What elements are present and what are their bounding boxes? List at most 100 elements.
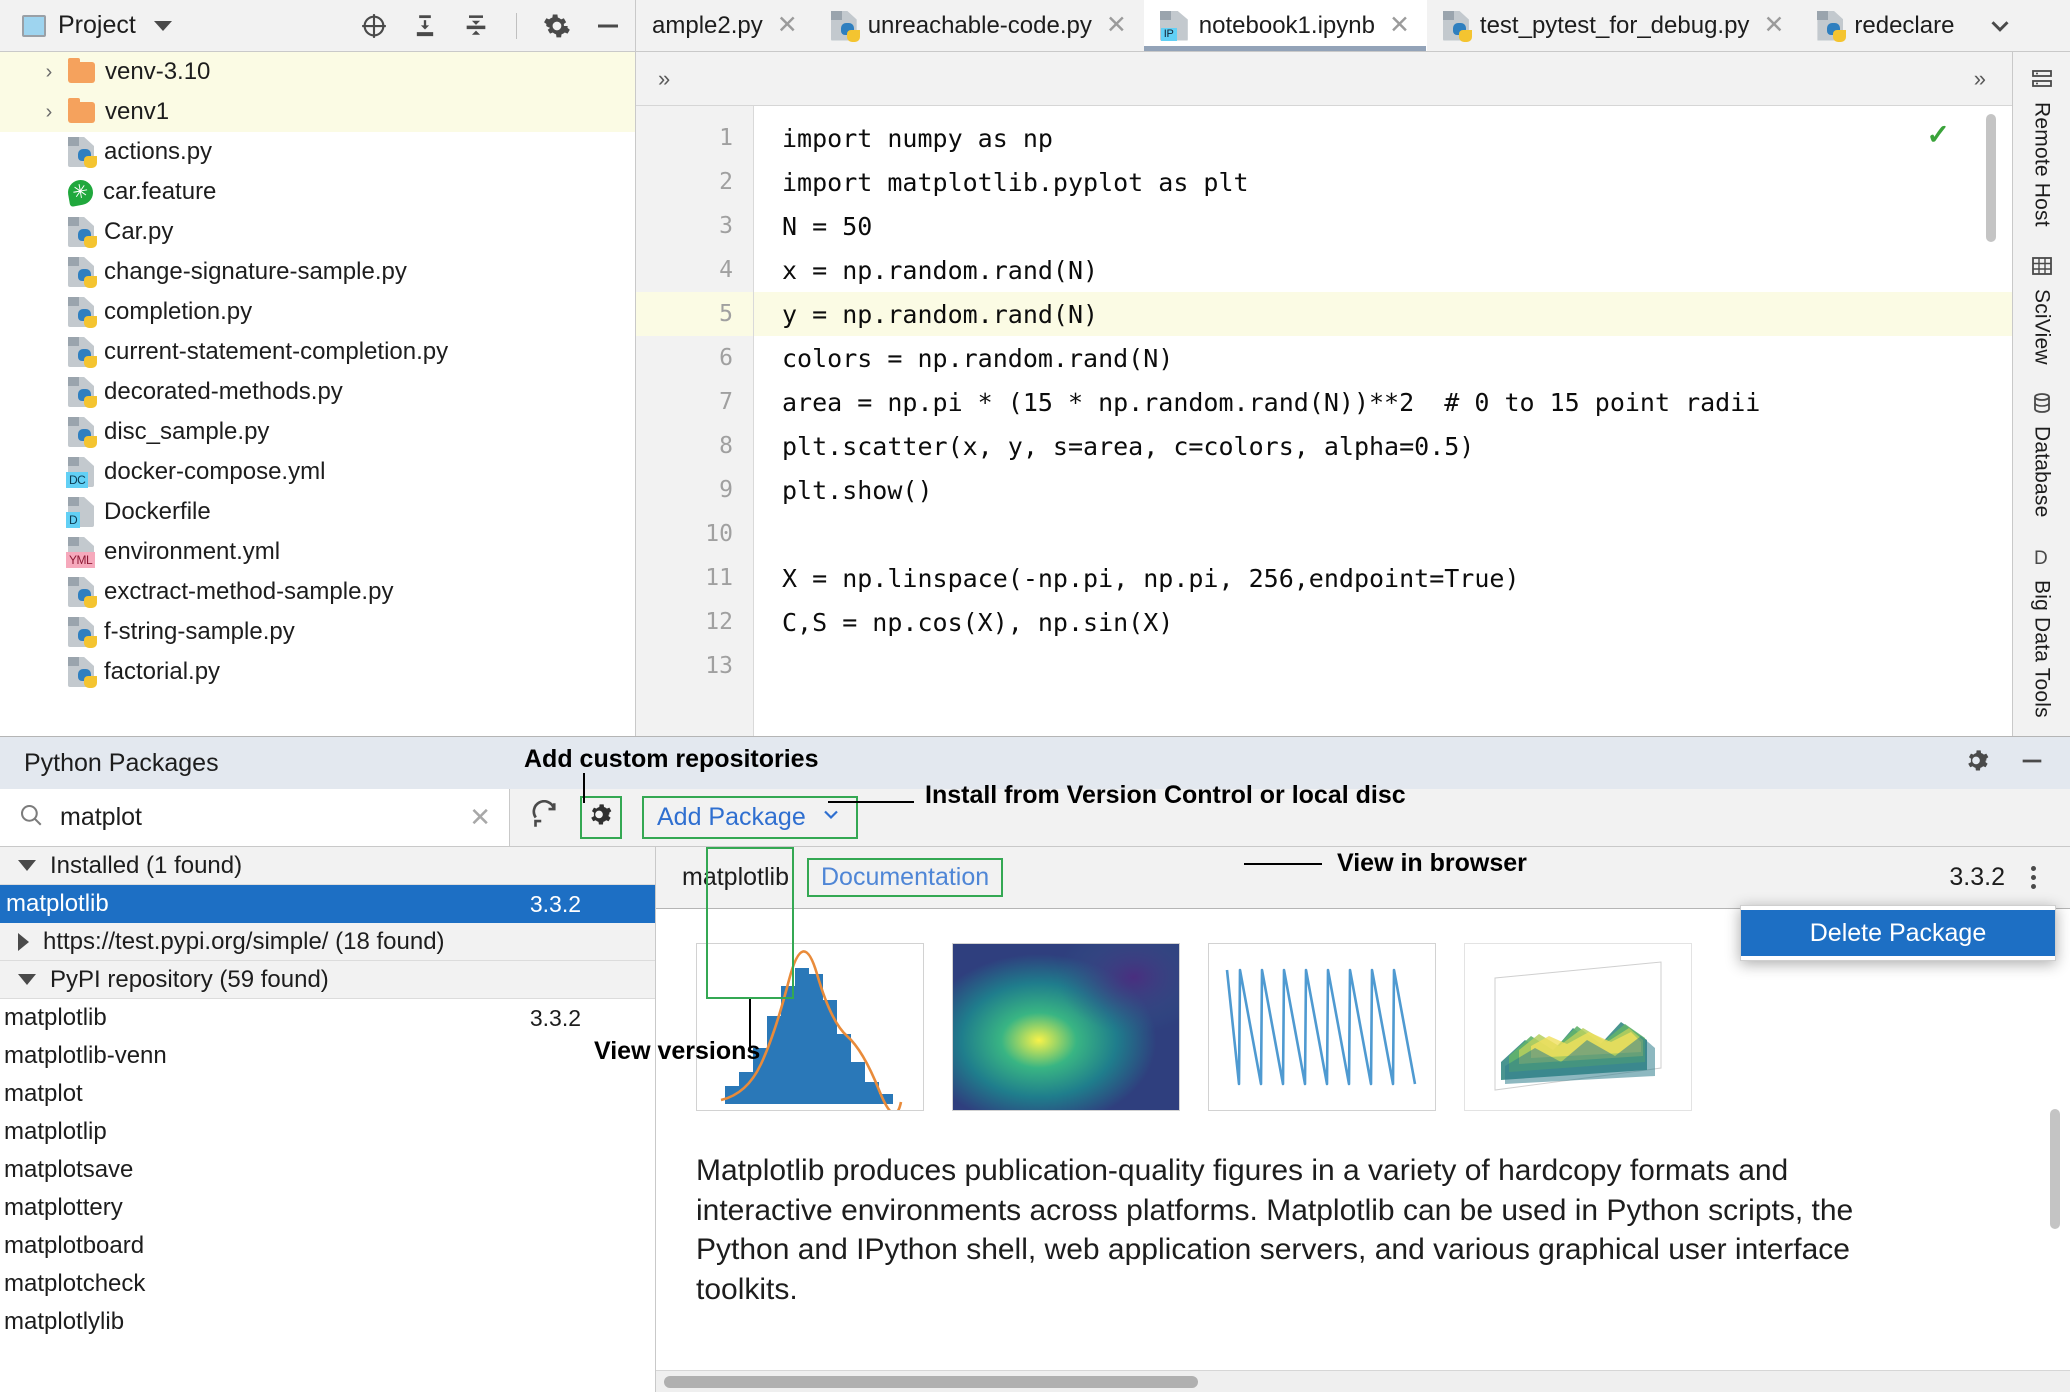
- close-icon[interactable]: ✕: [1106, 13, 1127, 38]
- tree-item-current-statement-completion-py[interactable]: current-statement-completion.py: [0, 332, 635, 372]
- tree-item-f-string-sample-py[interactable]: f-string-sample.py: [0, 612, 635, 652]
- tree-item-docker-compose-yml[interactable]: DC docker-compose.yml: [0, 452, 635, 492]
- package-name: matplotcheck: [4, 1270, 146, 1297]
- close-icon[interactable]: ✕: [777, 13, 798, 38]
- chevron-down-icon[interactable]: [153, 20, 172, 31]
- close-icon[interactable]: ✕: [1763, 13, 1784, 38]
- tree-item-label: change-signature-sample.py: [104, 258, 407, 285]
- package-row[interactable]: matplotlip: [0, 1113, 655, 1151]
- package-search[interactable]: ✕: [0, 789, 510, 846]
- chevron-down-icon[interactable]: [18, 860, 36, 871]
- locate-icon[interactable]: [357, 9, 391, 43]
- tree-item-venv-310[interactable]: › venv-3.10: [0, 52, 635, 92]
- expand-toolbar-left-icon[interactable]: »: [658, 66, 670, 92]
- package-row-matplotlib-installed[interactable]: matplotlib 3.3.2: [0, 885, 655, 923]
- more-options-icon[interactable]: [2027, 862, 2040, 893]
- tree-item-label: decorated-methods.py: [104, 378, 343, 405]
- rail-item-database[interactable]: Database: [2029, 390, 2055, 518]
- chevron-down-icon[interactable]: [18, 974, 36, 985]
- package-version: 3.3.2: [529, 1004, 581, 1031]
- top-bar: Project ample2.py ✕ unreachable-code.py …: [0, 0, 2070, 52]
- expand-all-icon[interactable]: [408, 9, 442, 43]
- tree-item-label: factorial.py: [104, 658, 221, 685]
- package-context-menu[interactable]: Delete Package: [1740, 905, 2056, 961]
- tree-item-label: venv-3.10: [105, 58, 211, 85]
- close-icon[interactable]: ✕: [469, 802, 491, 833]
- project-tree[interactable]: › venv-3.10 › venv1 actions.py car.featu…: [0, 52, 636, 736]
- editor-scrollbar[interactable]: [1986, 114, 1996, 242]
- package-row[interactable]: matplotboard: [0, 1227, 655, 1265]
- rail-item-sciview[interactable]: SciView: [2029, 253, 2055, 364]
- tree-item-car-py[interactable]: Car.py: [0, 212, 635, 252]
- package-description-area: Matplotlib produces publication-quality …: [656, 909, 2070, 1392]
- code-lines[interactable]: import numpy as np import matplotlib.pyp…: [754, 106, 2012, 736]
- docker-compose-file-icon: DC: [66, 457, 94, 488]
- tab-label: redeclare: [1854, 11, 1955, 39]
- package-row[interactable]: matplotlylib: [0, 1303, 655, 1341]
- editor-tab-test-pytest-for-debug[interactable]: test_pytest_for_debug.py ✕: [1427, 0, 1801, 51]
- gear-icon[interactable]: [1964, 747, 1992, 780]
- big-data-tools-icon: D: [2029, 544, 2055, 570]
- search-input[interactable]: [60, 803, 454, 832]
- chevron-right-icon[interactable]: ›: [40, 101, 58, 124]
- tree-item-change-signature-sample-py[interactable]: change-signature-sample.py: [0, 252, 635, 292]
- tree-item-car-feature[interactable]: car.feature: [0, 172, 635, 212]
- hide-panel-icon[interactable]: [591, 9, 625, 43]
- package-row[interactable]: matplotlib-venn: [0, 1037, 655, 1075]
- collapse-all-icon[interactable]: [459, 9, 493, 43]
- tree-item-label: venv1: [105, 98, 170, 125]
- menu-item-delete-package[interactable]: Delete Package: [1741, 910, 2055, 956]
- rail-item-remote-host[interactable]: Remote Host: [2029, 66, 2055, 227]
- documentation-link[interactable]: Documentation: [807, 858, 1004, 897]
- code-area[interactable]: 1 2 3 4 5 6 7 8 9 10 11 12 13 import num…: [636, 106, 2012, 736]
- editor-tab-redeclare[interactable]: redeclare: [1801, 0, 1971, 51]
- tree-item-venv1[interactable]: › venv1: [0, 92, 635, 132]
- package-row[interactable]: matplotsave: [0, 1151, 655, 1189]
- close-icon[interactable]: ✕: [1389, 13, 1410, 38]
- refresh-icon[interactable]: [530, 799, 560, 835]
- gear-icon[interactable]: [540, 9, 574, 43]
- package-row[interactable]: matplotcheck: [0, 1265, 655, 1303]
- horizontal-scrollbar[interactable]: [656, 1370, 2070, 1392]
- package-group-pypi[interactable]: PyPI repository (59 found): [0, 961, 655, 999]
- tree-item-label: exctract-method-sample.py: [104, 578, 394, 605]
- tree-item-label: Dockerfile: [104, 498, 211, 525]
- editor-tab-notebook1[interactable]: IP notebook1.ipynb ✕: [1143, 0, 1427, 51]
- package-row[interactable]: matplotlib 3.3.2: [0, 999, 655, 1037]
- minimize-icon[interactable]: [2018, 747, 2046, 780]
- python-file-icon: [1442, 10, 1472, 42]
- package-group-test-pypi[interactable]: https://test.pypi.org/simple/ (18 found): [0, 923, 655, 961]
- package-row[interactable]: matplot: [0, 1075, 655, 1113]
- chevron-down-icon[interactable]: [819, 802, 843, 833]
- package-list[interactable]: Installed (1 found) matplotlib 3.3.2 htt…: [0, 847, 656, 1392]
- project-title-dropdown[interactable]: Project: [22, 11, 172, 40]
- repository-settings-button[interactable]: [580, 796, 622, 839]
- line-number: 6: [719, 345, 733, 371]
- tree-item-exctract-method-sample-py[interactable]: exctract-method-sample.py: [0, 572, 635, 612]
- group-label: PyPI repository (59 found): [50, 965, 329, 993]
- editor-tab-sample2[interactable]: ample2.py ✕: [636, 0, 815, 51]
- details-scrollbar[interactable]: [2050, 1109, 2060, 1229]
- tree-item-decorated-methods-py[interactable]: decorated-methods.py: [0, 372, 635, 412]
- code-line: plt.show(): [782, 475, 933, 505]
- editor-tab-unreachable-code[interactable]: unreachable-code.py ✕: [815, 0, 1144, 51]
- rail-item-big-data-tools[interactable]: D Big Data Tools: [2029, 544, 2055, 718]
- more-tabs-chevron-icon[interactable]: [1971, 0, 2029, 51]
- package-row[interactable]: matplottery: [0, 1189, 655, 1227]
- tree-item-factorial-py[interactable]: factorial.py: [0, 652, 635, 692]
- tree-item-completion-py[interactable]: completion.py: [0, 292, 635, 332]
- expand-toolbar-right-icon[interactable]: »: [1974, 66, 1986, 92]
- tree-item-actions-py[interactable]: actions.py: [0, 132, 635, 172]
- group-label: Installed (1 found): [50, 851, 243, 879]
- add-package-button[interactable]: Add Package: [642, 796, 858, 839]
- tree-item-disc-sample-py[interactable]: disc_sample.py: [0, 412, 635, 452]
- chevron-right-icon[interactable]: ›: [40, 61, 58, 84]
- dockerfile-icon: D: [66, 497, 94, 528]
- tree-item-dockerfile[interactable]: D Dockerfile: [0, 492, 635, 532]
- package-group-installed[interactable]: Installed (1 found): [0, 847, 655, 885]
- chevron-right-icon[interactable]: [18, 932, 29, 951]
- package-description: Matplotlib produces publication-quality …: [696, 1154, 1854, 1306]
- line-number: 5: [636, 292, 753, 336]
- line-number: 13: [705, 653, 733, 679]
- tree-item-environment-yml[interactable]: YML environment.yml: [0, 532, 635, 572]
